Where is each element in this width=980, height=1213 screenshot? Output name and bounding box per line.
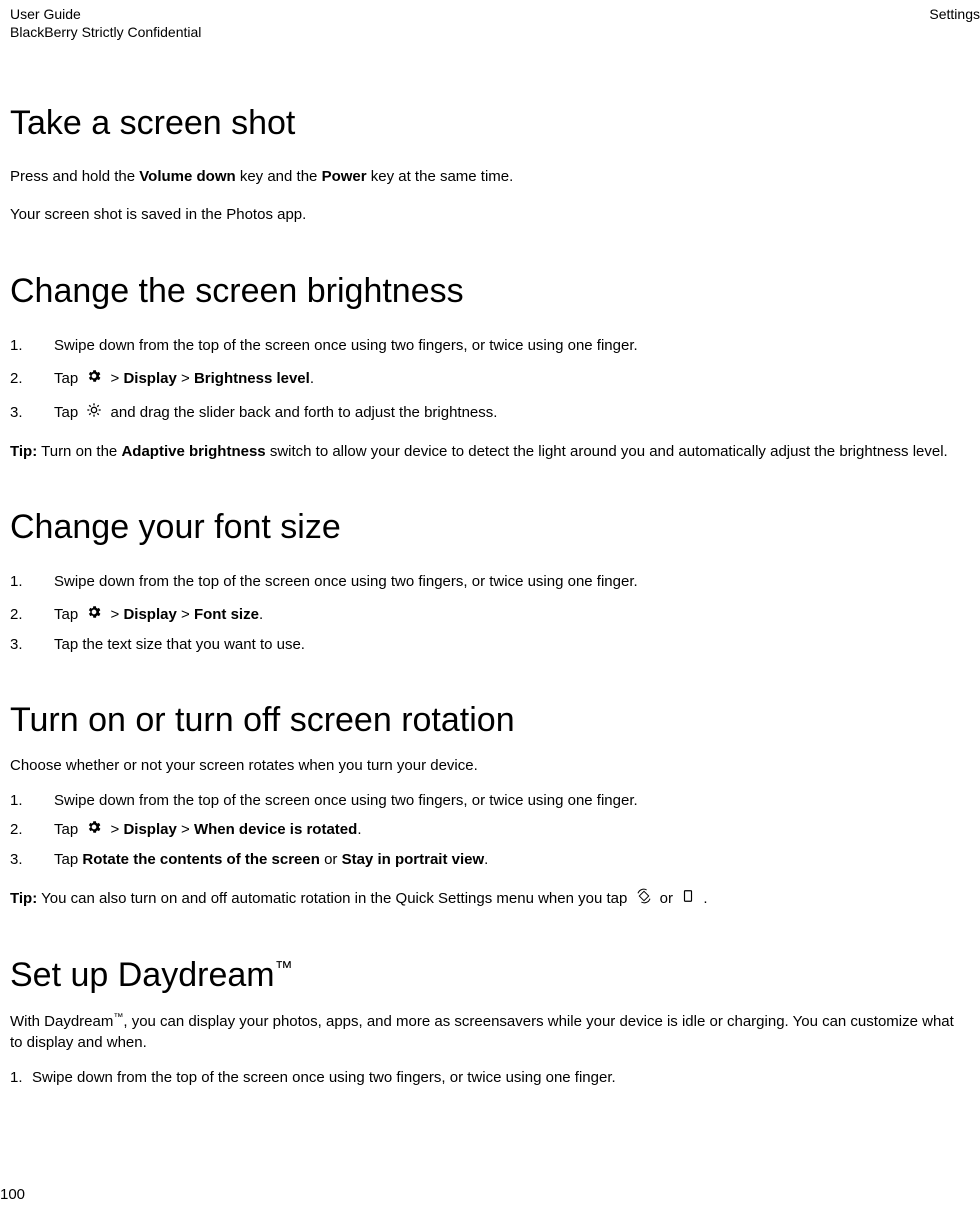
heading-fontsize: Change your font size [10,508,970,547]
header-section: Settings [929,6,980,40]
daydream-steps: 1.Swipe down from the top of the screen … [10,1067,970,1088]
brightness-tip: Tip: Turn on the Adaptive brightness swi… [10,442,970,462]
list-item: 1.Swipe down from the top of the screen … [10,1067,970,1088]
daydream-intro: With Daydream™, you can display your pho… [10,1011,970,1053]
list-item: 3. Tap Rotate the contents of the screen… [10,849,970,870]
auto-rotate-icon [636,888,652,910]
brightness-steps: 1.Swipe down from the top of the screen … [10,335,970,424]
header-subtitle: BlackBerry Strictly Confidential [10,24,201,40]
heading-screenshot: Take a screen shot [10,104,970,143]
list-item: 2. Tap > Display > When device is rotate… [10,819,970,841]
screenshot-p2: Your screen shot is saved in the Photos … [10,205,970,225]
page-content: Take a screen shot Press and hold the Vo… [0,104,980,1088]
brightness-sun-icon [86,402,102,424]
list-item: 2. Tap > Display > Brightness level. [10,368,970,390]
list-item: 1.Swipe down from the top of the screen … [10,571,970,592]
list-item: 3. Tap and drag the slider back and fort… [10,402,970,424]
list-item: 1.Swipe down from the top of the screen … [10,790,970,811]
list-item: 3.Tap the text size that you want to use… [10,634,970,655]
rotation-steps: 1.Swipe down from the top of the screen … [10,790,970,870]
list-item: 2. Tap > Display > Font size. [10,604,970,626]
list-item: 1.Swipe down from the top of the screen … [10,335,970,356]
rotation-intro: Choose whether or not your screen rotate… [10,756,970,776]
heading-daydream: Set up Daydream™ [10,956,970,995]
fontsize-steps: 1.Swipe down from the top of the screen … [10,571,970,655]
settings-gear-icon [86,819,102,841]
page-number: 100 [0,1186,25,1203]
page-header: User Guide BlackBerry Strictly Confident… [0,0,980,40]
header-left: User Guide BlackBerry Strictly Confident… [10,6,201,40]
rotation-tip: Tip: You can also turn on and off automa… [10,888,970,910]
header-title: User Guide [10,6,201,22]
heading-brightness: Change the screen brightness [10,272,970,311]
heading-rotation: Turn on or turn off screen rotation [10,701,970,740]
settings-gear-icon [86,368,102,390]
settings-gear-icon [86,604,102,626]
portrait-lock-icon [681,888,695,910]
screenshot-p1: Press and hold the Volume down key and t… [10,167,970,187]
